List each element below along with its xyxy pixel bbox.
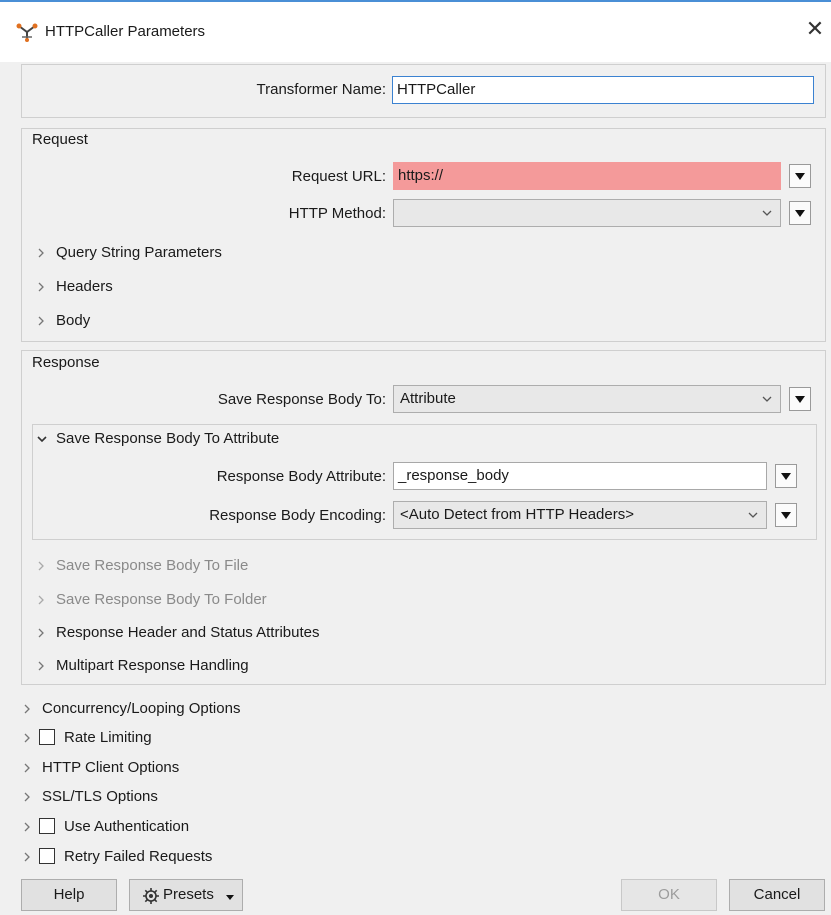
chevron-right-icon <box>38 595 44 605</box>
expander-label: Use Authentication <box>64 818 190 835</box>
chevron-right-icon <box>38 282 44 292</box>
presets-label: Presets <box>163 886 214 903</box>
expander-ssl-tls-options[interactable]: SSL/TLS Options <box>22 786 422 810</box>
chevron-right-icon <box>38 628 44 638</box>
expander-label: Concurrency/Looping Options <box>42 700 241 717</box>
expander-query-string-parameters[interactable]: Query String Parameters <box>36 242 436 266</box>
presets-button[interactable]: Presets <box>129 879 243 911</box>
transformer-icon <box>16 23 38 42</box>
save-response-body-to-value: Attribute <box>400 390 456 407</box>
chevron-right-icon <box>24 822 30 832</box>
expander-label: Save Response Body To Folder <box>56 591 267 608</box>
request-url-input[interactable]: https:// <box>393 162 781 190</box>
use-authentication-checkbox[interactable] <box>39 818 55 834</box>
response-body-encoding-value: <Auto Detect from HTTP Headers> <box>400 506 634 523</box>
response-body-attribute-input[interactable]: _response_body <box>393 462 767 490</box>
chevron-right-icon <box>24 733 30 743</box>
chevron-down-icon <box>226 895 234 900</box>
chevron-right-icon <box>24 852 30 862</box>
close-icon[interactable]: ✕ <box>804 18 826 40</box>
chevron-right-icon <box>38 661 44 671</box>
chevron-right-icon <box>24 792 30 802</box>
expander-headers[interactable]: Headers <box>36 276 436 300</box>
expander-label: Multipart Response Handling <box>56 657 249 674</box>
expander-save-response-body-to-folder: Save Response Body To Folder <box>36 589 436 613</box>
response-body-attribute-menu-button[interactable] <box>775 464 797 488</box>
expander-response-header-and-status-attributes[interactable]: Response Header and Status Attributes <box>36 622 436 646</box>
request-url-menu-button[interactable] <box>789 164 811 188</box>
expander-use-authentication[interactable]: Use Authentication <box>22 816 422 840</box>
window-title: HTTPCaller Parameters <box>45 23 206 40</box>
http-method-label: HTTP Method: <box>288 205 386 222</box>
expander-retry-failed-requests[interactable]: Retry Failed Requests <box>22 846 422 870</box>
expander-concurrency-looping-options[interactable]: Concurrency/Looping Options <box>22 698 422 722</box>
expander-label: Headers <box>56 278 113 295</box>
expander-label: Save Response Body To Attribute <box>56 430 280 447</box>
retry-failed-requests-checkbox[interactable] <box>39 848 55 864</box>
save-response-body-to-select[interactable]: Attribute <box>393 385 781 413</box>
rate-limiting-checkbox[interactable] <box>39 729 55 745</box>
presets-icon <box>143 888 159 904</box>
chevron-right-icon <box>24 763 30 773</box>
expander-label: Retry Failed Requests <box>64 848 213 865</box>
help-button[interactable]: Help <box>21 879 117 911</box>
expander-rate-limiting[interactable]: Rate Limiting <box>22 727 422 751</box>
request-section-title: Request <box>32 131 88 148</box>
chevron-right-icon <box>38 316 44 326</box>
expander-label: Save Response Body To File <box>56 557 249 574</box>
expander-multipart-response-handling[interactable]: Multipart Response Handling <box>36 655 436 679</box>
expander-body[interactable]: Body <box>36 310 436 334</box>
response-body-encoding-select[interactable]: <Auto Detect from HTTP Headers> <box>393 501 767 529</box>
chevron-down-icon <box>748 512 758 518</box>
response-body-encoding-menu-button[interactable] <box>775 503 797 527</box>
chevron-right-icon <box>38 561 44 571</box>
expander-label: HTTP Client Options <box>42 759 180 776</box>
response-section-title: Response <box>32 354 100 371</box>
request-url-label: Request URL: <box>291 168 386 185</box>
http-method-menu-button[interactable] <box>789 201 811 225</box>
chevron-down-icon <box>762 396 772 402</box>
expander-label: SSL/TLS Options <box>42 788 158 805</box>
save-response-body-to-menu-button[interactable] <box>789 387 811 411</box>
response-body-attribute-label: Response Body Attribute: <box>216 468 386 485</box>
title-accent-line <box>0 0 831 2</box>
expander-label: Rate Limiting <box>64 729 152 746</box>
chevron-down-icon <box>37 436 47 443</box>
transformer-name-input[interactable]: HTTPCaller <box>392 76 814 104</box>
expander-label: Query String Parameters <box>56 244 222 261</box>
transformer-name-label: Transformer Name: <box>256 81 386 98</box>
expander-label: Body <box>56 312 91 329</box>
save-response-body-to-label: Save Response Body To: <box>217 391 386 408</box>
expander-label: Response Header and Status Attributes <box>56 624 320 641</box>
http-method-select[interactable] <box>393 199 781 227</box>
cancel-button[interactable]: Cancel <box>729 879 825 911</box>
response-body-encoding-label: Response Body Encoding: <box>209 507 386 524</box>
chevron-down-icon <box>762 210 772 216</box>
chevron-right-icon <box>38 248 44 258</box>
expander-save-response-body-to-file: Save Response Body To File <box>36 555 436 579</box>
expander-http-client-options[interactable]: HTTP Client Options <box>22 757 422 781</box>
expander-save-response-body-to-attribute[interactable]: Save Response Body To Attribute <box>36 428 436 452</box>
ok-button[interactable]: OK <box>621 879 717 911</box>
chevron-right-icon <box>24 704 30 714</box>
